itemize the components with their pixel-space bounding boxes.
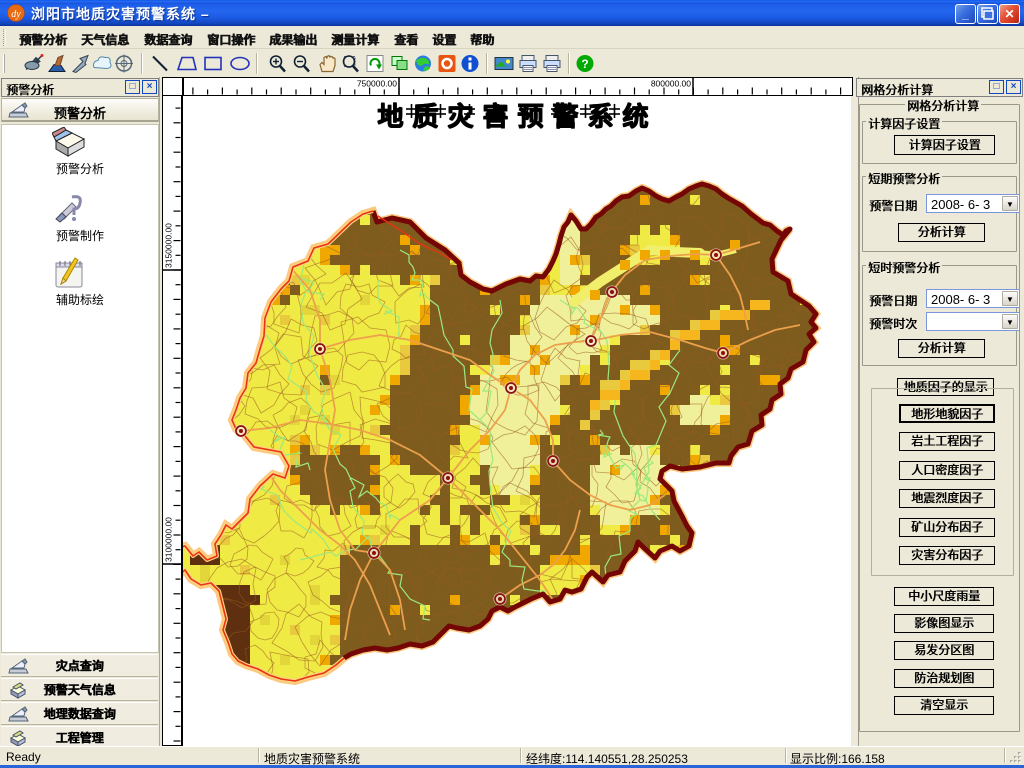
svg-text:3150000.00: 3150000.00 bbox=[164, 223, 174, 268]
svg-text:dy: dy bbox=[11, 9, 21, 20]
svg-text:800000.00: 800000.00 bbox=[651, 79, 691, 89]
svg-text:3100000.00: 3100000.00 bbox=[164, 517, 174, 562]
svg-text:?: ? bbox=[581, 57, 588, 71]
svg-text:750000.00: 750000.00 bbox=[357, 79, 397, 89]
